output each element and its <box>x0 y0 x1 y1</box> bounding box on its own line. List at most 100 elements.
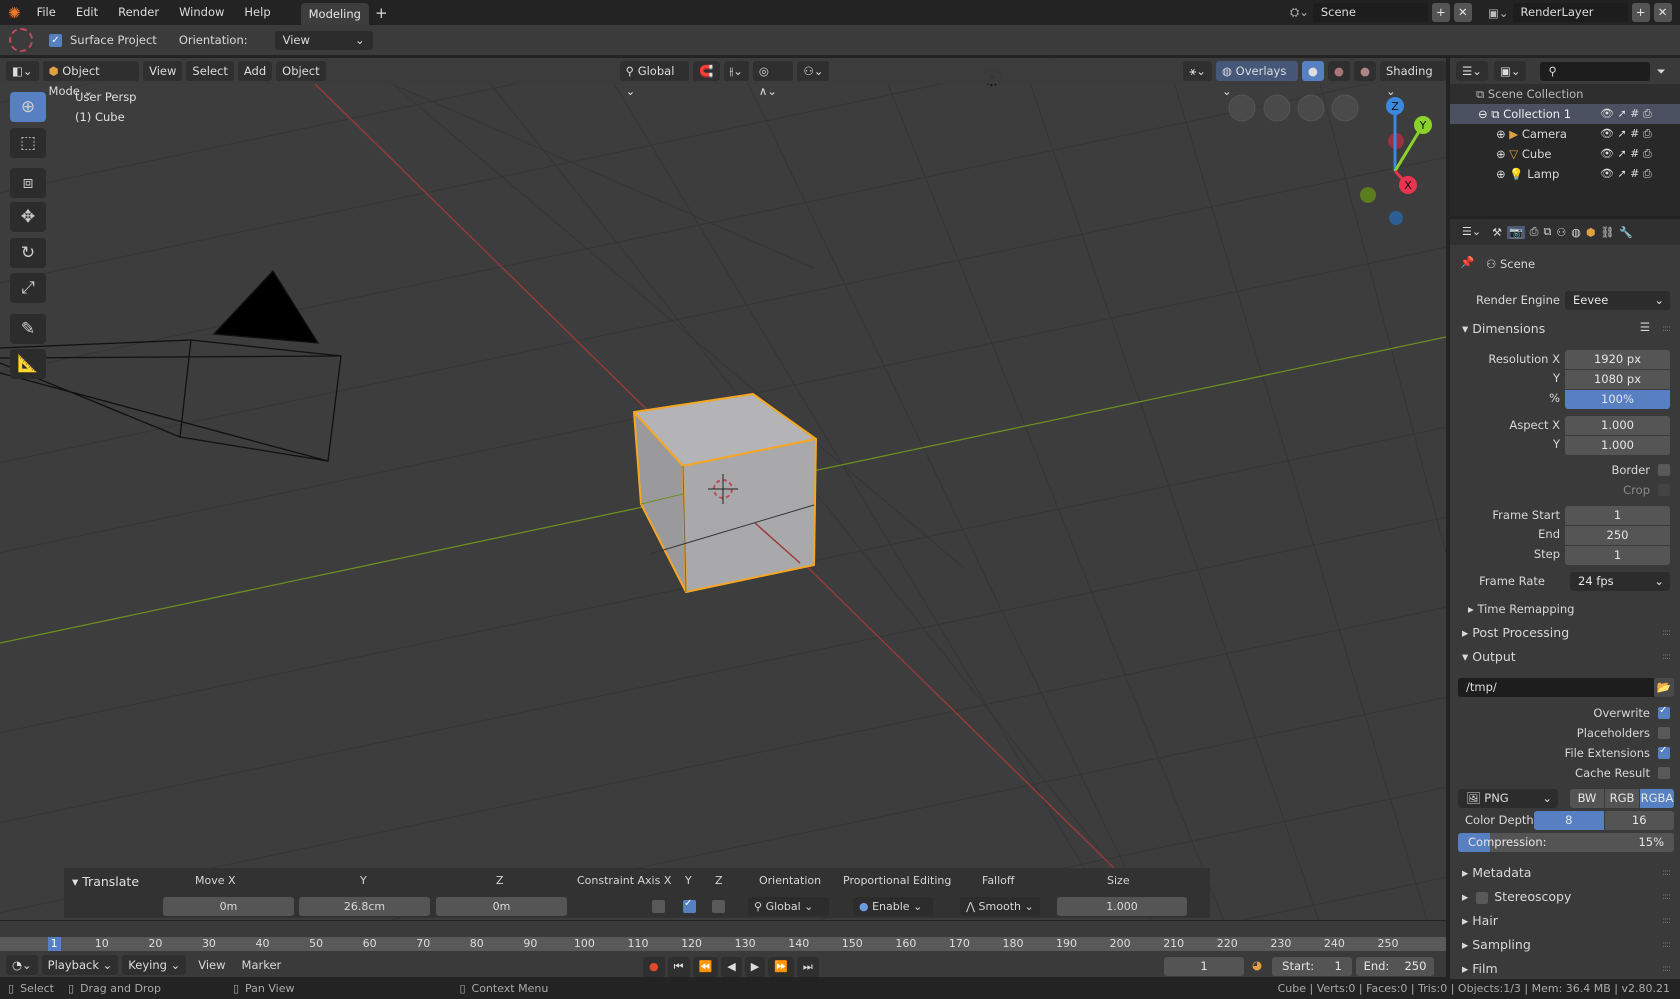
collapse-icon[interactable]: ⊖ <box>1478 107 1488 121</box>
use-preview-range-icon[interactable]: ◕ <box>1252 958 1262 972</box>
metadata-header[interactable]: ▸ Metadata <box>1462 865 1531 880</box>
timeline-view-menu[interactable]: View <box>190 958 233 972</box>
scene-icon[interactable]: ⛭⌄ <box>1290 5 1309 20</box>
move-tool-button[interactable]: ✥ <box>10 202 46 232</box>
post-processing-header[interactable]: ▸ Post Processing <box>1462 625 1569 640</box>
playback-menu[interactable]: Playback ⌄ <box>41 955 119 975</box>
new-scene-button[interactable]: + <box>1431 3 1450 22</box>
outliner-item-lamp[interactable]: ⊕ 💡 Lamp 👁 ➚ # ⎙ <box>1450 164 1680 184</box>
color-mode-rgb[interactable]: RGB <box>1605 789 1639 808</box>
current-frame-indicator[interactable]: 1 <box>47 937 61 951</box>
filter-icon[interactable]: ⏷ <box>1656 64 1665 79</box>
outliner-item-cube[interactable]: ⊕ ▽ Cube 👁 ➚ # ⎙ <box>1450 144 1680 164</box>
cache-result-checkbox[interactable] <box>1658 767 1670 779</box>
visibility-dropdown[interactable]: ⚹⌄ <box>1183 61 1212 81</box>
jump-end-button[interactable]: ⏭ <box>796 957 819 977</box>
scene-name-field[interactable]: Scene <box>1312 3 1428 22</box>
sampling-header[interactable]: ▸ Sampling <box>1462 937 1531 952</box>
box-select-tool-button[interactable]: ⬚ <box>10 128 46 158</box>
start-frame-field[interactable]: Start: 1 <box>1272 957 1352 976</box>
play-button[interactable]: ▶ <box>744 957 766 977</box>
material-shading-button[interactable]: ● <box>1327 61 1350 81</box>
menu-view[interactable]: View <box>143 61 183 81</box>
scale-tool-button[interactable]: ⤢ <box>10 273 46 303</box>
frame-start-field[interactable]: 1 <box>1565 506 1670 525</box>
transform-orientation-dropdown[interactable]: ⚲ Global ⌄ <box>619 61 690 98</box>
menu-object[interactable]: Object <box>276 61 326 81</box>
lamp-toggles[interactable]: 👁 ➚ # ⎙ <box>1600 164 1652 184</box>
color-mode-rgba[interactable]: RGBA <box>1640 789 1674 808</box>
editor-type-button[interactable]: ◧⌄ <box>6 61 39 81</box>
color-mode-bw[interactable]: BW <box>1570 789 1604 808</box>
menu-select[interactable]: Select <box>186 61 234 81</box>
aspect-y-field[interactable]: 1.000 <box>1565 436 1670 455</box>
zoom-view-icon[interactable] <box>1331 94 1359 122</box>
outliner-item-camera[interactable]: ⊕ ▶ Camera 👁 ➚ # ⎙ <box>1450 124 1680 144</box>
transform-tool-button[interactable]: ⧈ <box>10 168 46 198</box>
delete-layer-button[interactable]: ✕ <box>1653 3 1672 22</box>
menu-window[interactable]: Window <box>169 0 234 25</box>
camera-object[interactable] <box>0 269 342 462</box>
new-layer-button[interactable]: + <box>1631 3 1650 22</box>
tab-modeling[interactable]: Modeling <box>300 3 369 25</box>
move-y-field[interactable]: 26.8cm <box>299 897 430 916</box>
scene-collection-row[interactable]: ⧉ Scene Collection <box>1450 84 1680 104</box>
solid-shading-button[interactable]: ● <box>1301 61 1324 81</box>
frame-end-field[interactable]: 250 <box>1565 526 1670 545</box>
menu-help[interactable]: Help <box>234 0 280 25</box>
rendered-shading-button[interactable]: ● <box>1353 61 1376 81</box>
cube-object[interactable] <box>633 393 817 593</box>
file-format-dropdown[interactable]: 🖼 PNG ⌄ <box>1458 789 1558 808</box>
object-tab-icon[interactable]: ⬢ <box>1586 226 1596 239</box>
frame-rate-dropdown[interactable]: 24 fps ⌄ <box>1570 572 1670 591</box>
aspect-x-field[interactable]: 1.000 <box>1565 416 1670 435</box>
constraint-z-checkbox[interactable] <box>712 900 725 913</box>
resolution-percent-field[interactable]: 100% <box>1565 390 1670 409</box>
menu-add[interactable]: Add <box>237 61 273 81</box>
navigation-gizmo[interactable]: Z Y X <box>1360 97 1432 225</box>
play-reverse-button[interactable]: ◀ <box>721 957 742 977</box>
rotate-tool-button[interactable]: ↻ <box>10 238 46 268</box>
resolution-x-field[interactable]: 1920 px <box>1565 350 1670 369</box>
next-keyframe-button[interactable]: ⏩ <box>768 957 794 977</box>
snap-target-dropdown[interactable]: ⫲⌄ <box>723 61 749 81</box>
cube-toggles[interactable]: 👁 ➚ # ⎙ <box>1600 144 1652 164</box>
move-x-field[interactable]: 0m <box>163 897 294 916</box>
size-field[interactable]: 1.000 <box>1057 897 1187 916</box>
color-depth-16[interactable]: 16 <box>1604 811 1674 830</box>
pan-view-icon[interactable] <box>1297 94 1325 122</box>
stereoscopy-header[interactable]: ▸ Stereoscopy <box>1462 889 1571 904</box>
add-workspace-button[interactable]: + <box>369 4 394 22</box>
color-depth-8[interactable]: 8 <box>1534 811 1604 830</box>
world-tab-icon[interactable]: ◍ <box>1571 226 1581 239</box>
camera-view-icon[interactable] <box>1263 94 1291 122</box>
compression-slider[interactable]: Compression: 15% <box>1458 833 1674 852</box>
render-tab-icon[interactable]: 📷 <box>1506 225 1525 239</box>
frame-ruler[interactable]: 10 20 30 40 50 60 70 80 90 100 110 120 130 140 150 160 1… <box>0 937 1446 951</box>
scene-tab-icon[interactable]: ⚇ <box>1556 226 1566 239</box>
file-extensions-checkbox[interactable] <box>1658 745 1670 759</box>
tool-tab-icon[interactable]: ⚒ <box>1492 226 1502 239</box>
menu-edit[interactable]: Edit <box>66 0 108 25</box>
pivot-dropdown[interactable]: ⚇⌄ <box>797 61 830 81</box>
constraint-x-checkbox[interactable] <box>652 900 665 913</box>
marker-menu[interactable]: Marker <box>238 958 286 972</box>
3d-viewport[interactable]: Z Y X User Persp (1) Cube ⊕ ⬚ ⧈ ✥ ↻ ⤢ ✎ … <box>0 58 1446 920</box>
constraint-y-checkbox[interactable] <box>683 898 696 913</box>
view-layer-tab-icon[interactable]: ⧉ <box>1543 225 1551 239</box>
record-button[interactable]: ● <box>643 957 665 977</box>
output-header[interactable]: ▾ Output <box>1462 649 1516 664</box>
translate-panel-toggle[interactable]: ▾ Translate <box>72 874 139 889</box>
collection-row[interactable]: ⊖ ⧉ Collection 1 👁 ➚ # ⎙ <box>1450 104 1680 124</box>
mode-dropdown[interactable]: ⬢ Object Mode ⌄ <box>42 61 140 98</box>
output-path-input[interactable]: /tmp/ <box>1458 678 1654 697</box>
render-engine-dropdown[interactable]: Eevee ⌄ <box>1565 291 1670 310</box>
menu-file[interactable]: File <box>27 0 66 25</box>
resolution-y-field[interactable]: 1080 px <box>1565 370 1670 389</box>
move-z-field[interactable]: 0m <box>436 897 567 916</box>
end-frame-field[interactable]: End: 250 <box>1356 957 1434 976</box>
properties-editor-type-button[interactable]: ☰⌄ <box>1456 222 1488 242</box>
outliner-editor-type-button[interactable]: ☰⌄ <box>1456 61 1488 81</box>
time-remapping-header[interactable]: ▸ Time Remapping <box>1468 602 1574 616</box>
overwrite-checkbox[interactable] <box>1658 705 1670 719</box>
